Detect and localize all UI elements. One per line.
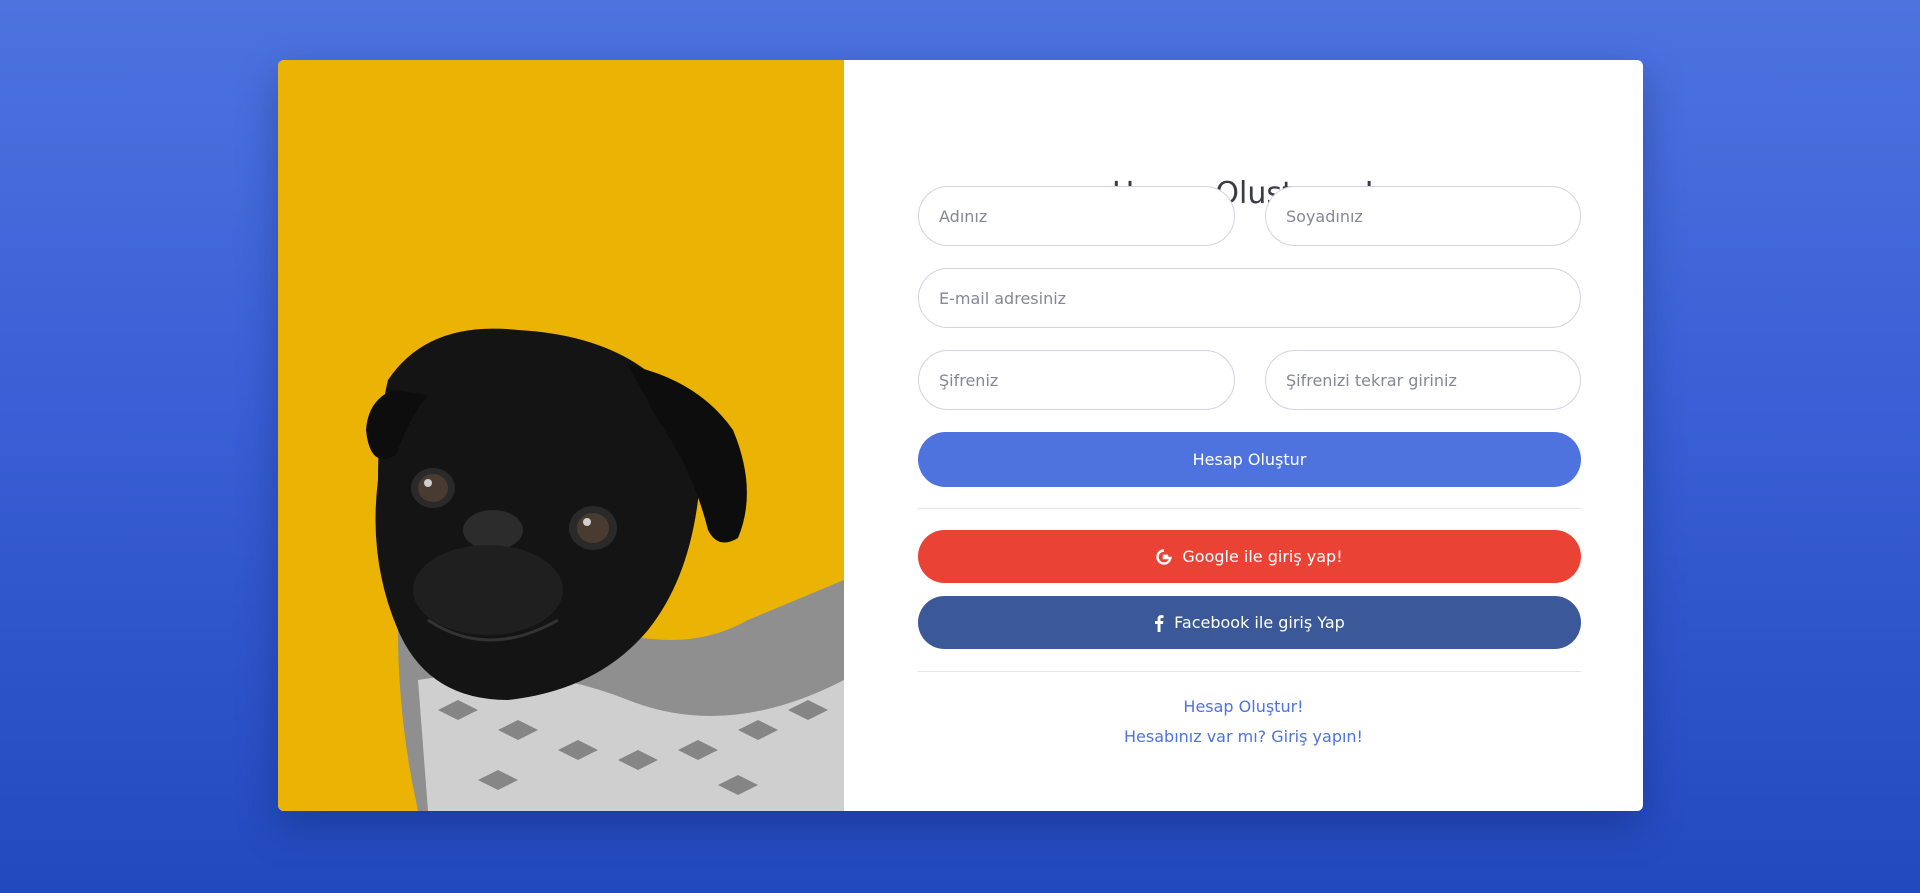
google-login-label: Google ile giriş yap! — [1182, 547, 1343, 566]
repeat-password-field[interactable] — [1265, 350, 1581, 410]
pug-illustration — [366, 328, 844, 811]
google-icon — [1156, 548, 1173, 565]
google-login-button[interactable]: Google ile giriş yap! — [918, 530, 1581, 583]
divider — [918, 671, 1581, 672]
facebook-icon — [1154, 614, 1164, 632]
create-account-link[interactable]: Hesap Oluştur! — [844, 697, 1643, 716]
register-form: Hesap Oluşturun! Hesap Oluştur Google il… — [844, 60, 1643, 811]
last-name-field[interactable] — [1265, 186, 1581, 246]
facebook-login-button[interactable]: Facebook ile giriş Yap — [918, 596, 1581, 649]
login-link[interactable]: Hesabınız var mı? Giriş yapın! — [844, 727, 1643, 746]
register-card: Hesap Oluşturun! Hesap Oluştur Google il… — [278, 60, 1643, 811]
register-button[interactable]: Hesap Oluştur — [918, 432, 1581, 487]
email-field[interactable] — [918, 268, 1581, 328]
first-name-field[interactable] — [918, 186, 1235, 246]
register-button-label: Hesap Oluştur — [1192, 450, 1307, 469]
pug-image — [278, 60, 844, 811]
divider — [918, 508, 1581, 509]
password-field[interactable] — [918, 350, 1235, 410]
facebook-login-label: Facebook ile giriş Yap — [1174, 613, 1345, 632]
